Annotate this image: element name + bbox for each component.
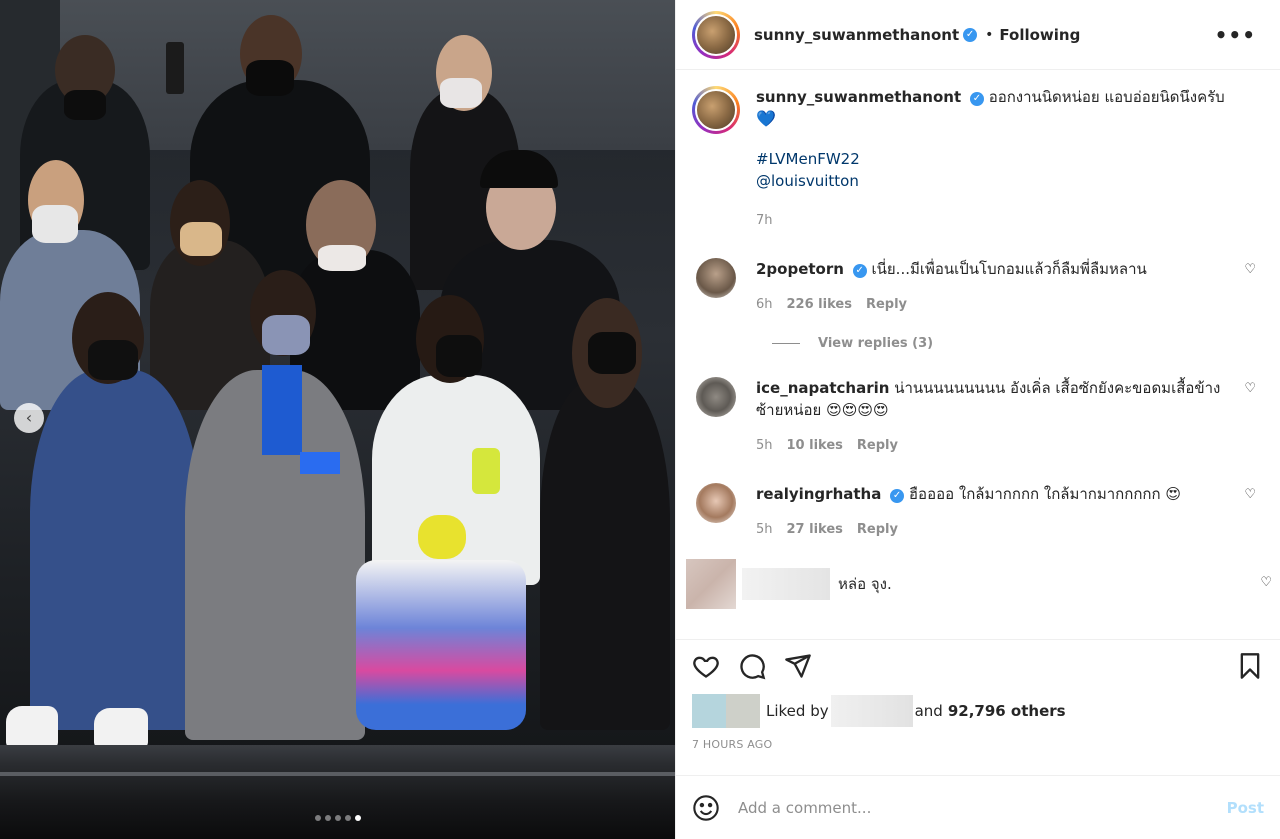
audience-figure xyxy=(540,380,670,730)
post-comment-button[interactable]: Post xyxy=(1227,799,1264,817)
reply-button[interactable]: Reply xyxy=(866,294,907,316)
blue-heart-emoji: 💙 xyxy=(756,109,776,128)
author-avatar[interactable] xyxy=(692,10,740,59)
comment-like-icon[interactable]: ♡ xyxy=(1260,575,1272,590)
redacted-avatar[interactable] xyxy=(686,559,736,609)
caption-text: ออกงานนิดหน่อย แอบอ่อยนิดนึงครับ xyxy=(988,88,1225,106)
face-mask xyxy=(180,222,222,256)
phone xyxy=(166,42,184,94)
carousel-dot-active[interactable] xyxy=(354,815,361,821)
reply-button[interactable]: Reply xyxy=(857,435,898,457)
carousel-dot[interactable] xyxy=(314,815,321,821)
carousel-prev-button[interactable]: ‹ xyxy=(14,403,44,433)
comment-text: ฮืออออ ใกล้มากกกก ใกล้มากมากกกกก 😍 xyxy=(908,485,1181,503)
carousel-dot[interactable] xyxy=(344,815,351,821)
comment-item: หล่อ จุง. ♡ xyxy=(686,559,1272,609)
share-icon[interactable] xyxy=(784,652,812,680)
face-mask xyxy=(246,60,294,96)
view-replies-label: View replies (3) xyxy=(818,336,934,351)
verified-badge-icon: ✓ xyxy=(890,489,905,503)
comment-like-icon[interactable]: ♡ xyxy=(1244,381,1256,396)
hashtag-link[interactable]: #LVMenFW22 xyxy=(756,148,1225,170)
comment-age: 5h xyxy=(756,438,773,453)
author-avatar[interactable] xyxy=(692,86,740,134)
heart-icon[interactable] xyxy=(692,652,720,680)
commenter-avatar[interactable] xyxy=(696,483,736,523)
comment-item: ice_napatcharin น่านนนนนนนนน อังเคิ่ล เส… xyxy=(692,377,1264,457)
mention-link[interactable]: @louisvuitton xyxy=(756,170,1225,192)
reply-button[interactable]: Reply xyxy=(857,519,898,541)
liked-by-label: Liked by xyxy=(766,702,829,720)
caption: sunny_suwanmethanont ✓ ออกงานนิดหน่อย แอ… xyxy=(692,86,1264,232)
comment-like-icon[interactable]: ♡ xyxy=(1244,262,1256,277)
post-header: sunny_suwanmethanont ✓ • Following ••• xyxy=(676,0,1280,70)
post-sidebar: sunny_suwanmethanont ✓ • Following ••• s… xyxy=(675,0,1280,839)
post-photo[interactable]: ‹ xyxy=(0,0,675,839)
comment-likes[interactable]: 27 likes xyxy=(787,519,843,541)
backdrop-wall xyxy=(60,0,675,150)
armband xyxy=(300,452,340,474)
comment-likes[interactable]: 226 likes xyxy=(787,294,852,316)
others-count-link[interactable]: 92,796 others xyxy=(948,702,1066,720)
verified-badge-icon: ✓ xyxy=(963,27,978,42)
comment-like-icon[interactable]: ♡ xyxy=(1244,487,1256,502)
face-mask xyxy=(262,315,310,355)
comment-item: 2popetorn ✓ เนี่ย...มีเพื่อนเป็นโบกอมแล้… xyxy=(692,258,1264,316)
replies-divider xyxy=(772,343,800,344)
caption-age: 7h xyxy=(756,213,773,228)
stage-edge xyxy=(0,772,675,776)
following-button[interactable]: Following xyxy=(999,26,1080,44)
commenter-username[interactable]: realyingrhatha xyxy=(756,485,881,503)
commenter-avatar[interactable] xyxy=(696,377,736,417)
carousel-dots xyxy=(0,815,675,821)
liked-by-row: Liked by and 92,796 others xyxy=(692,694,1264,728)
face-mask xyxy=(318,245,366,271)
comment-text: หล่อ จุง. xyxy=(838,575,892,593)
comments-list[interactable]: sunny_suwanmethanont ✓ ออกงานนิดหน่อย แอ… xyxy=(676,70,1280,639)
face-mask xyxy=(32,205,78,243)
comment-item: realyingrhatha ✓ ฮืออออ ใกล้มากกกก ใกล้ม… xyxy=(692,483,1264,541)
liker-avatar[interactable] xyxy=(692,694,726,728)
comment-icon[interactable] xyxy=(738,652,766,680)
sneaker xyxy=(6,706,58,748)
sneaker xyxy=(94,708,148,748)
sweater xyxy=(262,365,302,455)
face-mask xyxy=(436,335,482,377)
view-replies-button[interactable]: View replies (3) xyxy=(772,336,1264,351)
post-time: 7 HOURS AGO xyxy=(692,738,773,751)
carousel-dot[interactable] xyxy=(324,815,331,821)
liker-avatar[interactable] xyxy=(726,694,760,728)
caption-username[interactable]: sunny_suwanmethanont xyxy=(756,88,961,106)
comment-age: 6h xyxy=(756,297,773,312)
emoji-icon[interactable] xyxy=(692,794,720,822)
more-options-icon[interactable]: ••• xyxy=(1215,23,1264,47)
and-label: and xyxy=(914,702,943,720)
verified-badge-icon: ✓ xyxy=(852,264,867,278)
add-comment-bar: Post xyxy=(676,775,1280,839)
comment-likes[interactable]: 10 likes xyxy=(787,435,843,457)
face-mask xyxy=(88,340,138,380)
verified-badge-icon: ✓ xyxy=(969,92,984,106)
bookmark-icon[interactable] xyxy=(1236,652,1264,680)
carousel-dot[interactable] xyxy=(334,815,341,821)
face-mask xyxy=(64,90,106,120)
comment-input[interactable] xyxy=(738,798,1227,817)
redacted-liker[interactable] xyxy=(830,695,913,727)
comment-text: เนี่ย...มีเพื่อนเป็นโบกอมแล้วก็ลืมพี่ลืม… xyxy=(871,260,1147,278)
bag xyxy=(418,515,466,559)
audience-figure xyxy=(30,370,200,730)
commenter-avatar[interactable] xyxy=(696,258,736,298)
face-mask xyxy=(588,332,636,374)
bag xyxy=(472,448,500,494)
author-username[interactable]: sunny_suwanmethanont xyxy=(754,26,959,44)
trousers xyxy=(356,560,526,730)
header-separator: • xyxy=(985,26,994,43)
face-mask xyxy=(440,78,482,108)
comment-age: 5h xyxy=(756,522,773,537)
redacted-username[interactable] xyxy=(742,568,830,600)
commenter-username[interactable]: 2popetorn xyxy=(756,260,844,278)
commenter-username[interactable]: ice_napatcharin xyxy=(756,379,889,397)
runway-stage xyxy=(0,745,675,839)
